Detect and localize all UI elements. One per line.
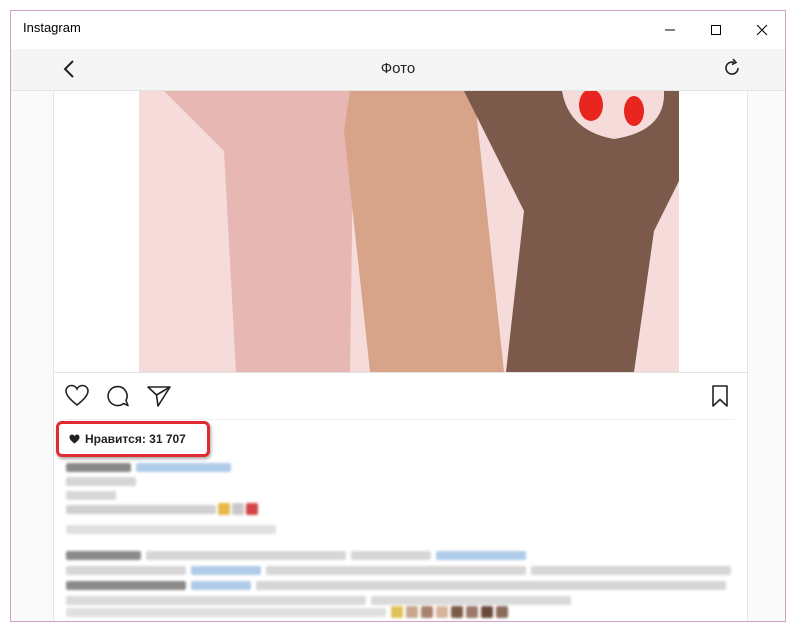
- likes-highlight: Нравится: 31 707: [56, 421, 210, 457]
- blurred-line: [451, 606, 463, 618]
- refresh-button[interactable]: [721, 57, 743, 79]
- comment-icon: [107, 385, 129, 407]
- blurred-line: [66, 505, 216, 514]
- blurred-line: [218, 503, 230, 515]
- blurred-line: [136, 463, 231, 472]
- app-window: Instagram Фото Нравится: 31 707: [10, 10, 786, 622]
- blurred-line: [371, 596, 571, 605]
- blurred-line: [466, 606, 478, 618]
- heart-icon: [65, 384, 89, 407]
- blurred-line: [481, 606, 493, 618]
- save-button[interactable]: [707, 383, 733, 409]
- blurred-line: [351, 551, 431, 560]
- blurred-line: [191, 566, 261, 575]
- blurred-line: [246, 503, 258, 515]
- blurred-line: [266, 566, 526, 575]
- blurred-line: [436, 551, 526, 560]
- blurred-line: [66, 608, 386, 617]
- title-bar: Instagram: [11, 11, 785, 49]
- blurred-line: [421, 606, 433, 618]
- blurred-line: [256, 581, 726, 590]
- likes-count[interactable]: Нравится: 31 707: [85, 432, 186, 446]
- minimize-icon: [665, 29, 675, 31]
- blurred-line: [406, 606, 418, 618]
- divider: [66, 419, 735, 420]
- blurred-line: [66, 551, 141, 560]
- close-button[interactable]: [739, 11, 785, 49]
- blurred-line: [531, 566, 731, 575]
- blurred-line: [496, 606, 508, 618]
- content-area: Нравится: 31 707: [11, 91, 785, 621]
- send-icon: [147, 386, 171, 407]
- heart-filled-icon: [69, 434, 80, 444]
- maximize-button[interactable]: [693, 11, 739, 49]
- share-button[interactable]: [146, 383, 172, 409]
- close-icon: [756, 24, 768, 36]
- blurred-caption-and-comments: [66, 463, 736, 621]
- minimize-button[interactable]: [647, 11, 693, 49]
- blurred-line: [66, 596, 366, 605]
- blurred-line: [66, 463, 131, 472]
- app-title: Instagram: [23, 20, 81, 35]
- blurred-line: [146, 551, 346, 560]
- blurred-line: [66, 525, 276, 534]
- blurred-line: [66, 566, 186, 575]
- nav-bar: Фото: [11, 49, 785, 91]
- bookmark-icon: [712, 385, 728, 407]
- page-title: Фото: [380, 60, 416, 77]
- post-photo[interactable]: [54, 91, 747, 373]
- blurred-line: [232, 503, 244, 515]
- like-button[interactable]: [64, 383, 90, 409]
- blurred-line: [436, 606, 448, 618]
- refresh-icon: [725, 58, 739, 75]
- maximize-icon: [711, 25, 721, 35]
- blurred-line: [66, 581, 186, 590]
- comment-button[interactable]: [105, 383, 131, 409]
- blurred-line: [66, 491, 116, 500]
- blurred-line: [191, 581, 251, 590]
- action-bar: [54, 373, 747, 417]
- blurred-line: [66, 477, 136, 486]
- blurred-line: [391, 606, 403, 618]
- post-card: Нравится: 31 707: [53, 91, 748, 621]
- photo-illustration: [54, 91, 747, 372]
